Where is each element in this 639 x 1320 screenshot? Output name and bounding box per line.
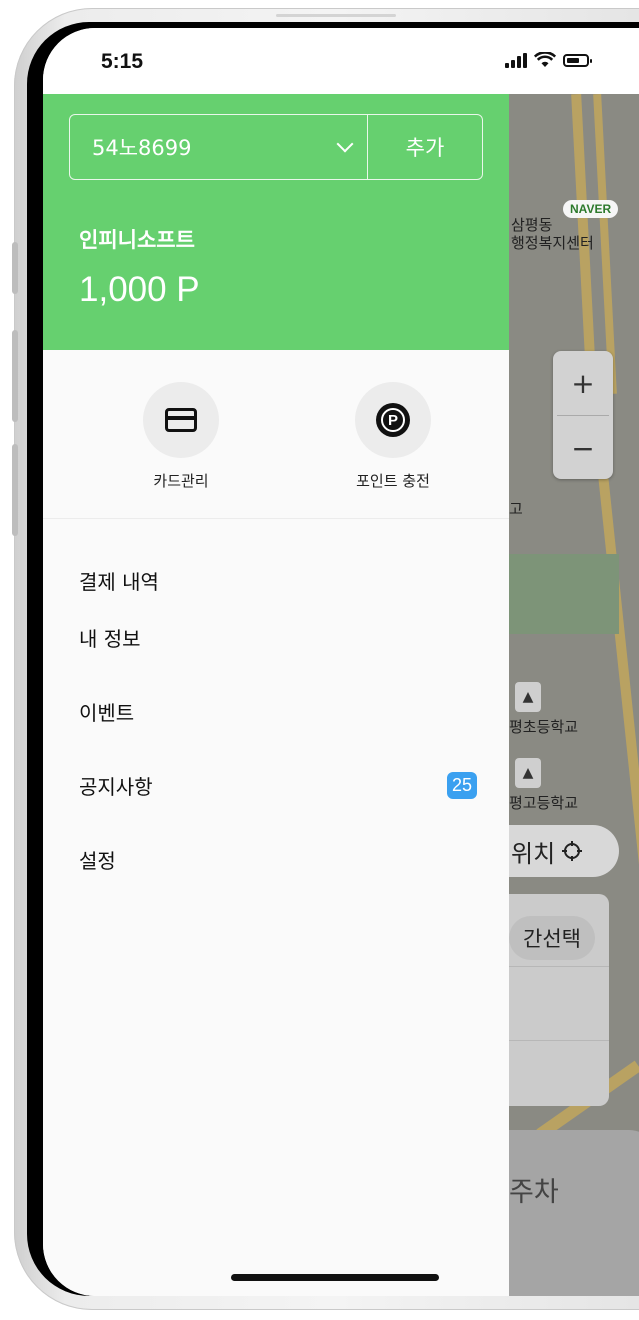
status-bar: 5:15 <box>43 28 639 94</box>
naver-logo: NAVER <box>563 200 619 218</box>
screen: 5:15 NAVER 삼평동 행정복지센터 고 + − ▲ 평초등학교 ▲ 평고… <box>43 28 639 1296</box>
menu-item-events[interactable]: 이벤트 <box>43 674 509 748</box>
menu-item-settings[interactable]: 설정 <box>43 822 509 896</box>
zoom-control: + − <box>553 351 613 479</box>
school-icon: ▲ <box>515 682 541 712</box>
map-view[interactable]: NAVER 삼평동 행정복지센터 고 + − ▲ 평초등학교 ▲ 평고등학교 위… <box>509 94 639 1296</box>
bottom-sheet: 주차 <box>509 1130 639 1296</box>
add-vehicle-button[interactable]: 추가 <box>368 115 482 179</box>
map-label: 평초등학교 <box>509 718 579 736</box>
point-icon-circle: P <box>355 382 431 458</box>
menu-item-label: 설정 <box>79 848 116 873</box>
map-label: 고 <box>509 500 523 518</box>
volume-down-button <box>12 444 18 536</box>
battery-icon <box>563 53 592 67</box>
point-icon: P <box>376 403 410 437</box>
vehicle-dropdown[interactable]: 54노8699 <box>70 115 368 179</box>
frame-highlight <box>276 14 396 17</box>
point-charge-label: 포인트 충전 <box>356 472 430 490</box>
status-time: 5:15 <box>101 50 144 73</box>
drawer-menu: 결제 내역 내 정보 이벤트 공지사항 25 설정 <box>43 560 509 896</box>
map-park <box>509 554 619 634</box>
school-icon: ▲ <box>515 758 541 788</box>
menu-item-label: 공지사항 <box>79 774 153 799</box>
vehicle-plate: 54노8699 <box>92 136 192 160</box>
notice-count-badge: 25 <box>447 771 478 799</box>
point-charge-button[interactable]: P 포인트 충전 <box>313 382 473 491</box>
parking-button[interactable]: 주차 <box>509 1170 559 1209</box>
card-management-button[interactable]: 카드관리 <box>101 382 261 491</box>
map-label: 평고등학교 <box>509 794 579 812</box>
home-indicator <box>231 1274 439 1281</box>
zoom-out-button[interactable]: − <box>553 416 613 480</box>
menu-item-label: 이벤트 <box>79 700 135 725</box>
signal-icon <box>505 52 527 68</box>
crosshair-icon <box>562 841 583 861</box>
vehicle-selector: 54노8699 추가 <box>69 114 483 180</box>
credit-card-icon <box>165 408 197 432</box>
map-label: 행정복지센터 <box>511 234 594 252</box>
wifi-icon <box>534 52 556 67</box>
menu-item-notices[interactable]: 공지사항 25 <box>43 748 509 822</box>
map-road <box>593 94 617 395</box>
zoom-in-button[interactable]: + <box>553 351 613 415</box>
point-balance: 1,000 P <box>79 270 200 309</box>
status-icons <box>505 52 592 68</box>
parking-panel: 간선택 <box>509 894 609 1106</box>
drawer-header: 54노8699 추가 인피니소프트 1,000 P <box>43 94 509 350</box>
mute-switch <box>12 242 18 294</box>
current-location-button[interactable]: 위치 <box>509 825 619 877</box>
volume-up-button <box>12 330 18 422</box>
chevron-down-icon <box>336 135 354 153</box>
time-select-chip[interactable]: 간선택 <box>509 916 595 960</box>
side-drawer: 54노8699 추가 인피니소프트 1,000 P 카드관리 P 포인트 충전 … <box>43 94 509 1296</box>
quick-actions: 카드관리 P 포인트 충전 <box>43 350 509 519</box>
phone-bezel: 5:15 NAVER 삼평동 행정복지센터 고 + − ▲ 평초등학교 ▲ 평고… <box>27 22 639 1296</box>
menu-item-label: 내 정보 <box>79 626 141 651</box>
menu-item-payment-history[interactable]: 결제 내역 <box>43 560 509 600</box>
divider <box>509 1040 609 1041</box>
card-icon-circle <box>143 382 219 458</box>
menu-item-my-info[interactable]: 내 정보 <box>43 600 509 674</box>
card-management-label: 카드관리 <box>153 472 209 490</box>
location-label: 위치 <box>511 839 556 868</box>
menu-item-label: 결제 내역 <box>79 569 159 594</box>
divider <box>509 966 609 967</box>
company-name: 인피니소프트 <box>79 228 195 252</box>
